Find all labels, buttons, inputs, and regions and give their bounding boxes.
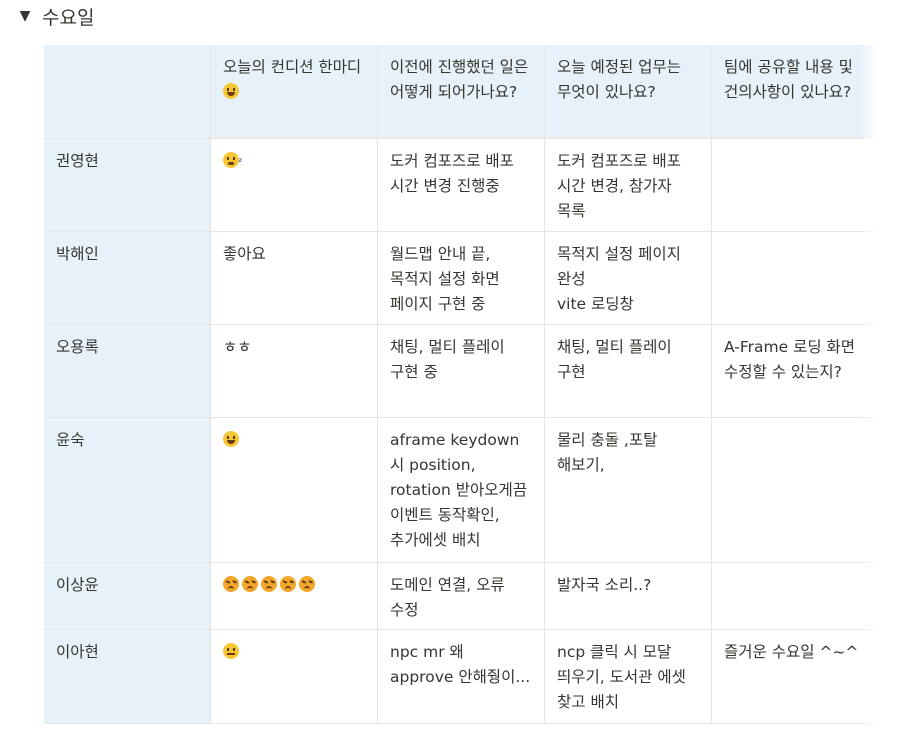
expressionless-face-icon	[223, 643, 239, 659]
row-name-cell[interactable]: 이상윤	[44, 563, 211, 630]
toggle-title: 수요일	[42, 6, 95, 29]
share-cell[interactable]	[712, 563, 878, 630]
header-share[interactable]: 팀에 공유할 내용 및 건의사항이 있나요?	[712, 45, 878, 139]
toggle-block: ▼ 수요일	[14, 2, 95, 30]
grinning-face-icon	[223, 431, 239, 447]
today-cell[interactable]: 발자국 소리..?	[545, 563, 712, 630]
condition-cell[interactable]	[211, 563, 378, 630]
standup-table: 오늘의 컨디션 한마디 이전에 진행했던 일은 어떻게 되어가나요? 오늘 예정…	[44, 45, 878, 725]
angry-face-icon	[280, 576, 296, 592]
share-cell[interactable]: A-Frame 로딩 화면 수정할 수 있는지?	[712, 325, 878, 418]
condition-cell[interactable]	[211, 630, 378, 724]
share-cell[interactable]	[712, 232, 878, 325]
row-name-cell[interactable]: 오용록	[44, 325, 211, 418]
toggle-arrow-icon[interactable]: ▼	[14, 8, 36, 24]
angry-face-icon	[299, 576, 315, 592]
share-cell[interactable]	[712, 139, 878, 232]
angry-face-icon	[223, 576, 239, 592]
condition-cell[interactable]: 좋아요	[211, 232, 378, 325]
condition-cell[interactable]: ㅎㅎ	[211, 325, 378, 418]
progress-cell[interactable]: 도메인 연결, 오류 수정	[378, 563, 545, 630]
header-today[interactable]: 오늘 예정된 업무는 무엇이 있나요?	[545, 45, 712, 139]
header-progress[interactable]: 이전에 진행했던 일은 어떻게 되어가나요?	[378, 45, 545, 139]
grinning-face-icon	[223, 83, 239, 99]
condition-cell[interactable]: z	[211, 139, 378, 232]
progress-cell[interactable]: 월드맵 안내 끝, 목적지 설정 화면 페이지 구현 중	[378, 232, 545, 325]
share-cell[interactable]: 즐거운 수요일 ^~^	[712, 630, 878, 724]
sleeping-face-icon: z	[223, 152, 242, 168]
progress-cell[interactable]: npc mr 왜 approve 안해줭이...	[378, 630, 545, 724]
angry-face-icon	[261, 576, 277, 592]
header-condition-label: 오늘의 컨디션 한마디	[223, 58, 362, 76]
progress-cell[interactable]: 도커 컴포즈로 배포 시간 변경 진행중	[378, 139, 545, 232]
row-name-cell[interactable]: 권영현	[44, 139, 211, 232]
row-name-cell[interactable]: 이아현	[44, 630, 211, 724]
header-corner-cell[interactable]	[44, 45, 211, 139]
progress-cell[interactable]: aframe keydown 시 position, rotation 받아오게…	[378, 418, 545, 563]
today-cell[interactable]: 목적지 설정 페이지 완성 vite 로딩창	[545, 232, 712, 325]
today-cell[interactable]: 도커 컴포즈로 배포 시간 변경, 참가자 목록	[545, 139, 712, 232]
today-cell[interactable]: 물리 충돌 ,포탈 해보기,	[545, 418, 712, 563]
today-cell[interactable]: ncp 클릭 시 모달 띄우기, 도서관 에셋 찾고 배치	[545, 630, 712, 724]
condition-cell[interactable]	[211, 418, 378, 563]
today-cell[interactable]: 채팅, 멀티 플레이 구현	[545, 325, 712, 418]
share-cell[interactable]	[712, 418, 878, 563]
angry-face-icon	[242, 576, 258, 592]
progress-cell[interactable]: 채팅, 멀티 플레이 구현 중	[378, 325, 545, 418]
row-name-cell[interactable]: 박해인	[44, 232, 211, 325]
header-condition[interactable]: 오늘의 컨디션 한마디	[211, 45, 378, 139]
row-name-cell[interactable]: 윤숙	[44, 418, 211, 563]
